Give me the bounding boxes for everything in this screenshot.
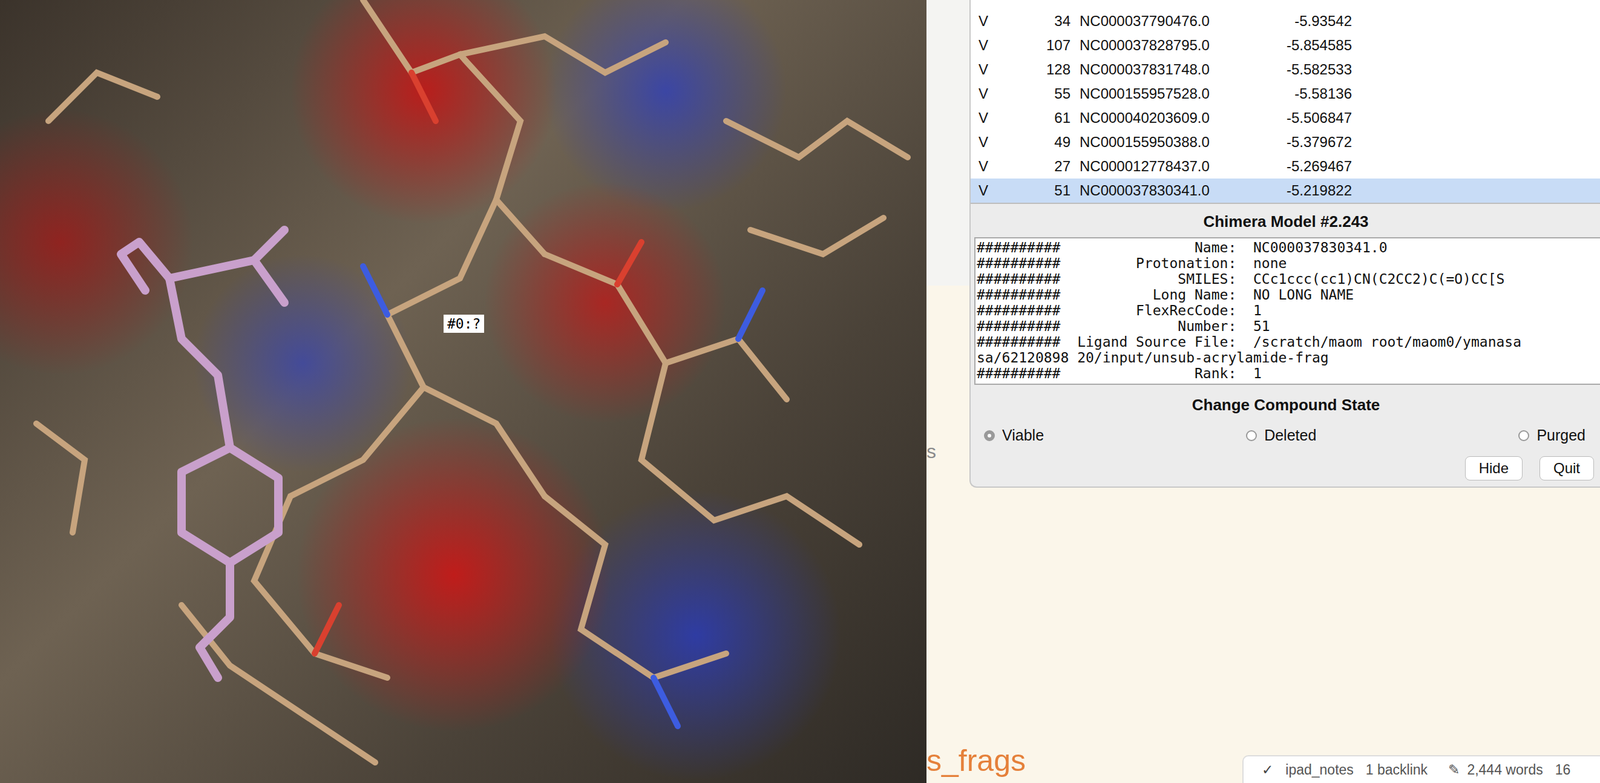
- info-line: ##########Long Name:NO_LONG_NAME: [976, 286, 1600, 303]
- state-cell: V: [978, 36, 997, 54]
- state-title: Change Compound State: [970, 384, 1600, 415]
- table-row[interactable]: V 27 NC000012778437.0 -5.269467: [970, 154, 1600, 179]
- state-cell: V: [978, 157, 997, 175]
- info-line: ##########Number:51: [976, 318, 1600, 335]
- panel-button[interactable]: Hide: [1465, 456, 1523, 481]
- name-cell: NC000037830341.0: [1079, 182, 1280, 200]
- state-radio[interactable]: Deleted: [1245, 426, 1317, 445]
- table-row[interactable]: V 61 NC000040203609.0 -5.506847: [970, 105, 1600, 131]
- note-fragment: s: [926, 440, 937, 463]
- number-cell: 55: [996, 85, 1071, 103]
- info-line: ##########Ligand Source File:/scratch/ma…: [976, 334, 1600, 350]
- state-radio[interactable]: Viable: [983, 426, 1044, 445]
- number-cell: 128: [996, 61, 1071, 79]
- score-cell: -5.854585: [1279, 36, 1352, 54]
- panel-button[interactable]: Quit: [1539, 456, 1594, 481]
- name-cell: NC000012778437.0: [1079, 157, 1280, 175]
- edit-pencil-icon[interactable]: ✎: [1448, 761, 1460, 779]
- name-cell: NC000040203609.0: [1079, 109, 1280, 127]
- backlinks-count[interactable]: 1 backlink: [1365, 761, 1428, 779]
- state-cell: V: [978, 61, 997, 79]
- sync-check-icon: ✓: [1261, 761, 1274, 779]
- note-title: s_frags: [926, 743, 1026, 779]
- info-line: ##########Protonation:none: [976, 255, 1600, 272]
- vault-name[interactable]: ipad_notes: [1285, 761, 1354, 779]
- name-cell: NC000155957528.0: [1079, 85, 1280, 103]
- radio-icon[interactable]: [1518, 430, 1530, 442]
- info-line: ##########SMILES:CCc1ccc(cc1)CN(C2CC2)C(…: [976, 271, 1600, 287]
- model-title: Chimera Model #2.243: [970, 203, 1600, 238]
- info-line-wrap: sa/62120898_20/input/unsub-acrylamide-fr…: [976, 349, 1600, 366]
- molecule-render: [0, 0, 927, 783]
- model-info: ##########Name:NC000037830341.0 ########…: [974, 237, 1600, 385]
- state-radio-group: Viable Deleted Purged: [970, 414, 1594, 445]
- state-cell: V: [978, 85, 997, 103]
- number-cell: 49: [996, 133, 1071, 151]
- state-radio[interactable]: Purged: [1518, 426, 1586, 445]
- molecule-viewport[interactable]: #0:?: [0, 0, 927, 783]
- atom-label: #0:?: [443, 314, 485, 333]
- table-row[interactable]: V 34 NC000037790476.0 -5.93542: [970, 9, 1600, 34]
- button-row: Hide Quit: [970, 444, 1594, 481]
- state-cell: V: [978, 109, 997, 127]
- radio-icon[interactable]: [983, 430, 995, 442]
- table-row[interactable]: V 107 NC000037828795.0 -5.854585: [970, 33, 1600, 58]
- number-cell: 27: [996, 157, 1071, 175]
- score-cell: -5.506847: [1279, 109, 1352, 127]
- compound-table: V 34 NC000037790476.0 -5.93542V 107 NC00…: [970, 0, 1600, 204]
- info-line: ##########FlexRecCode:1: [976, 302, 1600, 319]
- status-bar: ✓ ipad_notes 1 backlink ✎ 2,444 words 16: [1242, 755, 1600, 783]
- score-cell: -5.219822: [1279, 182, 1352, 200]
- score-cell: -5.379672: [1279, 133, 1352, 151]
- desktop: s s_frags ✓ ipad_notes 1 backlink ✎ 2,44…: [926, 0, 1600, 783]
- table-row[interactable]: V 51 NC000037830341.0 -5.219822: [970, 178, 1600, 203]
- word-count: 2,444 words: [1466, 761, 1543, 779]
- number-cell: 51: [996, 182, 1071, 200]
- score-cell: -5.269467: [1279, 157, 1352, 175]
- score-cell: -5.582533: [1279, 61, 1352, 79]
- name-cell: NC000155950388.0: [1079, 133, 1280, 151]
- name-cell: NC000037831748.0: [1079, 61, 1280, 79]
- number-cell: 107: [996, 36, 1071, 54]
- radio-icon[interactable]: [1245, 430, 1257, 442]
- viewdock-panel: V 34 NC000037790476.0 -5.93542V 107 NC00…: [969, 0, 1600, 488]
- screen: #0:? s s_frags ✓ ipad_notes 1 backlink ✎…: [0, 0, 1600, 783]
- number-cell: 34: [996, 12, 1071, 30]
- name-cell: NC000037828795.0: [1079, 36, 1280, 54]
- score-cell: -5.58136: [1279, 85, 1352, 103]
- table-row[interactable]: V 49 NC000155950388.0 -5.379672: [970, 130, 1600, 155]
- info-line: ##########Rank:1: [976, 365, 1600, 382]
- table-row[interactable]: V 55 NC000155957528.0 -5.58136: [970, 81, 1600, 106]
- name-cell: NC000037790476.0: [1079, 12, 1280, 30]
- state-cell: V: [978, 182, 997, 200]
- state-cell: V: [978, 12, 997, 30]
- score-cell: -5.93542: [1279, 12, 1352, 30]
- table-row[interactable]: V 128 NC000037831748.0 -5.582533: [970, 57, 1600, 82]
- number-cell: 61: [996, 109, 1071, 127]
- info-line: ##########Name:NC000037830341.0: [976, 239, 1600, 256]
- character-count: 16: [1555, 761, 1571, 779]
- state-cell: V: [978, 133, 997, 151]
